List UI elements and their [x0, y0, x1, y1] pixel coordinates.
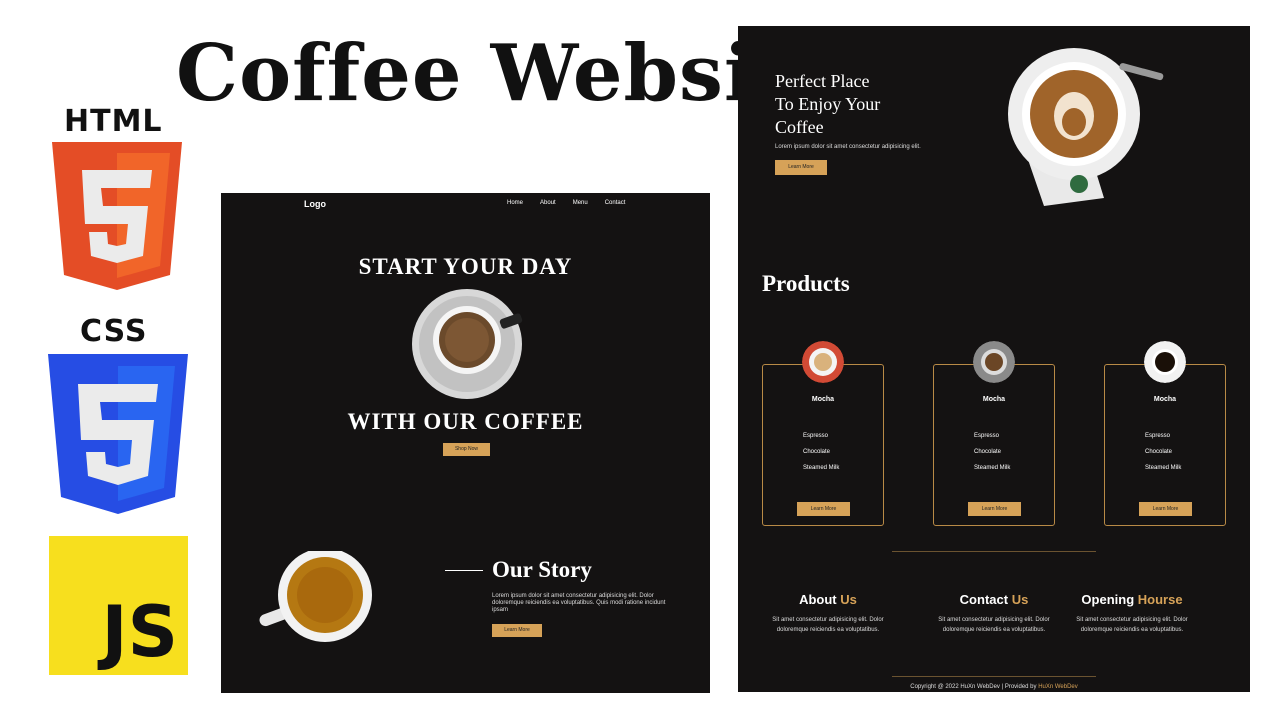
footer-text: Sit amet consectetur adipisicing elit. D… [772, 617, 884, 633]
product-learn-more-button[interactable]: Learn More [797, 502, 850, 516]
copyright: Copyright @ 2022 HuXn WebDev | Provided … [910, 684, 1078, 690]
nav-about[interactable]: About [540, 200, 556, 206]
product-card: Mocha Espresso Chocolate Steamed Milk Le… [762, 341, 884, 526]
ingredient-list: Espresso Chocolate Steamed Milk [803, 433, 839, 481]
html5-icon [52, 142, 182, 290]
product-name: Mocha [982, 396, 1006, 403]
hero-line-1: Perfect Place [775, 71, 870, 91]
coffee-cup-image [412, 289, 523, 399]
ingredient: Chocolate [803, 449, 831, 455]
story-divider [445, 570, 483, 571]
story-text: Lorem ipsum dolor sit amet consectetur a… [492, 593, 666, 613]
product-cup-image [973, 341, 1015, 383]
footer-title: About Us [799, 592, 857, 607]
product-learn-more-button[interactable]: Learn More [1139, 502, 1192, 516]
ingredient: Espresso [974, 433, 1000, 439]
product-name: Mocha [1153, 396, 1177, 403]
product-learn-more-button[interactable]: Learn More [968, 502, 1021, 516]
footer-hours: Opening Hourse Sit amet consectetur adip… [1062, 592, 1202, 635]
footer-contact: Contact Us Sit amet consectetur adipisic… [924, 592, 1064, 635]
footer-title: Opening Hourse [1081, 592, 1183, 607]
footer-text: Sit amet consectetur adipisicing elit. D… [1076, 617, 1188, 633]
hero-learn-more-button[interactable]: Learn More [775, 160, 827, 175]
ingredient: Steamed Milk [803, 465, 840, 471]
nav-links: Home About Menu Contact [507, 200, 625, 206]
product-cup-image [802, 341, 844, 383]
hero-text: Lorem ipsum dolor sit amet consectetur a… [775, 144, 921, 150]
nav-home[interactable]: Home [507, 200, 523, 206]
html-label: HTML [64, 104, 163, 139]
nav-menu[interactable]: Menu [573, 200, 588, 206]
story-title: Our Story [492, 557, 592, 582]
story-cup-image [259, 551, 372, 642]
hero-line-2: To Enjoy Your [775, 94, 881, 114]
ingredient: Steamed Milk [974, 465, 1011, 471]
hero-heading: Perfect Place To Enjoy Your Coffee [775, 70, 935, 139]
ingredient: Steamed Milk [1145, 465, 1182, 471]
hero-line-3: Coffee [775, 117, 824, 137]
section-divider [892, 551, 1096, 552]
preview-products: Perfect Place To Enjoy Your Coffee Lorem… [738, 26, 1250, 692]
product-card: Mocha Espresso Chocolate Steamed Milk Le… [933, 341, 1055, 526]
footer-title: Contact Us [959, 592, 1029, 607]
css3-icon [48, 354, 188, 514]
ingredient: Chocolate [974, 449, 1002, 455]
footer-about: About Us Sit amet consectetur adipisicin… [758, 592, 898, 635]
ingredient: Espresso [803, 433, 829, 439]
story-learn-more-button[interactable]: Learn More [492, 624, 542, 637]
latte-art-image [1008, 48, 1164, 206]
js-label: JS [101, 591, 178, 673]
product-card: Mocha Espresso Chocolate Steamed Milk Le… [1104, 341, 1226, 526]
ingredient-list: Espresso Chocolate Steamed Milk [1145, 433, 1181, 481]
preview-home: Logo Home About Menu Contact START YOUR … [221, 193, 710, 693]
navbar: Logo Home About Menu Contact [221, 193, 710, 213]
css-label: CSS [80, 314, 148, 349]
ingredient-list: Espresso Chocolate Steamed Milk [974, 433, 1010, 481]
copyright-link[interactable]: HuXn WebDev [1038, 684, 1078, 690]
product-name: Mocha [811, 396, 835, 403]
footer-text: Sit amet consectetur adipisicing elit. D… [938, 617, 1050, 633]
products-title: Products [762, 271, 850, 296]
nav-contact[interactable]: Contact [605, 200, 626, 206]
ingredient: Chocolate [1145, 449, 1173, 455]
shop-now-button[interactable]: Shop Now [443, 443, 490, 456]
logo[interactable]: Logo [304, 199, 326, 209]
javascript-icon: JS [49, 536, 188, 675]
footer-divider [892, 676, 1096, 677]
hero-line-2: WITH OUR COFFEE [347, 409, 584, 434]
product-cup-image [1144, 341, 1186, 383]
ingredient: Espresso [1145, 433, 1171, 439]
hero-line-1: START YOUR DAY [358, 254, 573, 279]
